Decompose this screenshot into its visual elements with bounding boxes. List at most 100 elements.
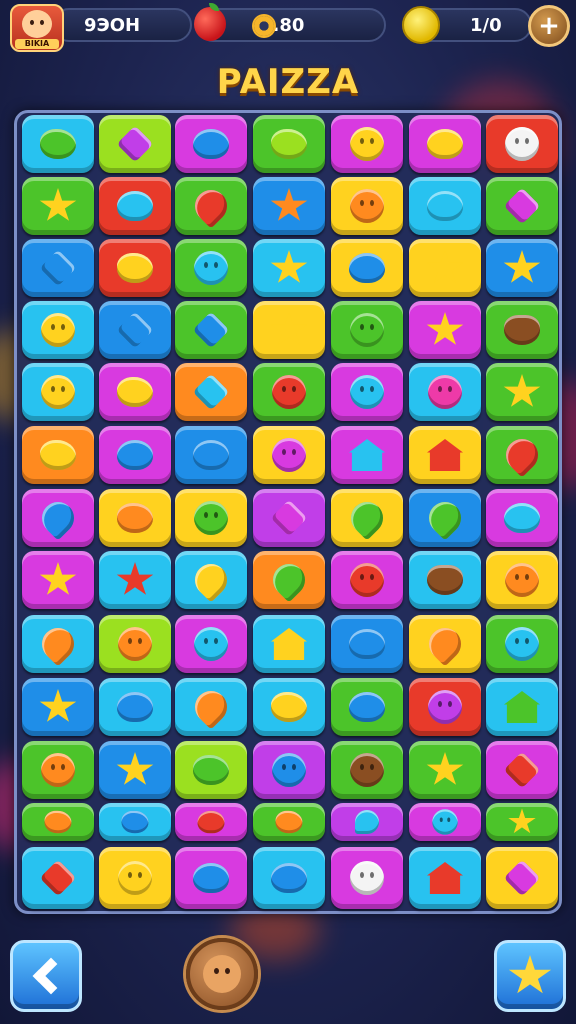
board-tile[interactable] (331, 847, 403, 909)
back-button[interactable] (10, 940, 82, 1012)
board-tile[interactable] (253, 615, 325, 673)
board-tile[interactable] (486, 489, 558, 547)
board-tile[interactable] (22, 551, 94, 609)
board-tile[interactable] (253, 489, 325, 547)
board-tile[interactable] (175, 239, 247, 297)
board-tile[interactable] (486, 551, 558, 609)
board-tile[interactable] (331, 678, 403, 736)
board-tile[interactable] (486, 678, 558, 736)
board-tile[interactable] (253, 803, 325, 841)
board-tile[interactable] (175, 363, 247, 421)
board-tile[interactable] (99, 847, 171, 909)
board-tile[interactable] (22, 239, 94, 297)
board-tile[interactable] (409, 239, 481, 297)
board-tile[interactable] (22, 741, 94, 799)
board-tile[interactable] (486, 363, 558, 421)
heart-icon (349, 692, 385, 722)
board-tile[interactable] (175, 803, 247, 841)
board-tile[interactable] (175, 115, 247, 173)
board-tile[interactable] (409, 741, 481, 799)
character-button[interactable] (186, 938, 258, 1010)
board-tile[interactable] (409, 847, 481, 909)
board-tile[interactable] (99, 301, 171, 359)
board-tile[interactable] (409, 426, 481, 484)
board-tile[interactable] (331, 489, 403, 547)
board-tile[interactable] (486, 741, 558, 799)
board-tile[interactable] (175, 615, 247, 673)
board-tile[interactable] (409, 551, 481, 609)
board-tile[interactable] (22, 678, 94, 736)
board-tile[interactable] (486, 239, 558, 297)
board-tile[interactable] (22, 803, 94, 841)
add-currency-button[interactable]: + (528, 5, 570, 47)
board-tile[interactable] (175, 741, 247, 799)
board-tile[interactable] (99, 239, 171, 297)
player-avatar[interactable]: BIKIA (10, 4, 64, 52)
house-icon (271, 628, 307, 660)
board-tile[interactable] (253, 177, 325, 235)
board-tile[interactable] (253, 551, 325, 609)
board-tile[interactable] (253, 301, 325, 359)
star-booster-button[interactable] (494, 940, 566, 1012)
board-tile[interactable] (486, 615, 558, 673)
board-tile[interactable] (175, 426, 247, 484)
board-tile[interactable] (331, 803, 403, 841)
board-tile[interactable] (99, 115, 171, 173)
board-tile[interactable] (253, 678, 325, 736)
board-tile[interactable] (22, 489, 94, 547)
board-tile[interactable] (486, 803, 558, 841)
board-tile[interactable] (486, 115, 558, 173)
board-tile[interactable] (99, 426, 171, 484)
board-tile[interactable] (409, 489, 481, 547)
board-tile[interactable] (409, 363, 481, 421)
board-tile[interactable] (331, 301, 403, 359)
board-tile[interactable] (331, 363, 403, 421)
board-tile[interactable] (22, 847, 94, 909)
board-tile[interactable] (99, 803, 171, 841)
board-tile[interactable] (331, 741, 403, 799)
board-tile[interactable] (175, 301, 247, 359)
board-tile[interactable] (175, 177, 247, 235)
board-tile[interactable] (99, 678, 171, 736)
board-tile[interactable] (253, 239, 325, 297)
board-tile[interactable] (331, 177, 403, 235)
board-tile[interactable] (22, 115, 94, 173)
board-tile[interactable] (175, 551, 247, 609)
board-tile[interactable] (253, 426, 325, 484)
board-tile[interactable] (22, 426, 94, 484)
board-tile[interactable] (22, 615, 94, 673)
board-tile[interactable] (99, 741, 171, 799)
board-tile[interactable] (409, 615, 481, 673)
board-tile[interactable] (99, 489, 171, 547)
board-tile[interactable] (409, 678, 481, 736)
board-tile[interactable] (486, 177, 558, 235)
board-tile[interactable] (486, 426, 558, 484)
board-tile[interactable] (331, 426, 403, 484)
board-tile[interactable] (253, 847, 325, 909)
board-tile[interactable] (22, 363, 94, 421)
board-tile[interactable] (331, 551, 403, 609)
board-tile[interactable] (331, 239, 403, 297)
board-tile[interactable] (253, 741, 325, 799)
board-tile[interactable] (99, 177, 171, 235)
board-tile[interactable] (331, 115, 403, 173)
board-tile[interactable] (331, 615, 403, 673)
board-tile[interactable] (253, 115, 325, 173)
board-tile[interactable] (409, 115, 481, 173)
board-tile[interactable] (409, 177, 481, 235)
board-tile[interactable] (253, 363, 325, 421)
board-tile[interactable] (99, 551, 171, 609)
board-tile[interactable] (22, 177, 94, 235)
board-tile[interactable] (175, 678, 247, 736)
board-tile[interactable] (486, 301, 558, 359)
board-tile[interactable] (99, 363, 171, 421)
board-tile[interactable] (409, 301, 481, 359)
board-tile[interactable] (99, 615, 171, 673)
board-tile[interactable] (175, 847, 247, 909)
gear-icon[interactable] (254, 16, 274, 36)
face-icon (272, 753, 306, 787)
board-tile[interactable] (22, 301, 94, 359)
board-tile[interactable] (486, 847, 558, 909)
board-tile[interactable] (409, 803, 481, 841)
board-tile[interactable] (175, 489, 247, 547)
